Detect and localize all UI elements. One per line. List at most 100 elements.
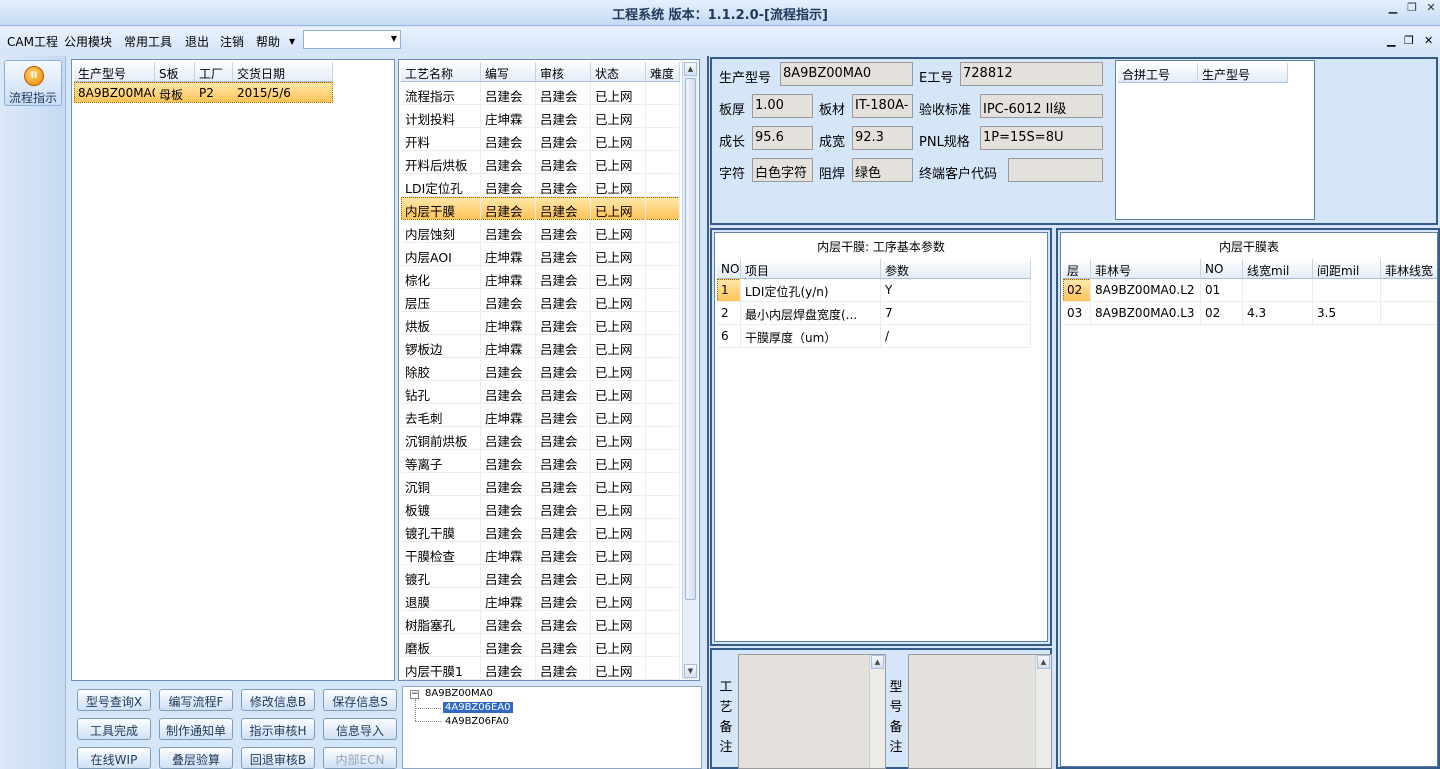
length-field[interactable]: 95.6 <box>752 126 813 150</box>
menu-cam[interactable]: CAM工程 <box>7 33 58 50</box>
model-field[interactable]: 8A9BZ00MA0 <box>780 62 913 86</box>
col-status[interactable]: 状态 <box>591 62 646 82</box>
col-layer[interactable]: 层 <box>1063 259 1091 279</box>
model-notes-textarea[interactable]: ▲ <box>908 654 1052 769</box>
customer-field[interactable] <box>1008 158 1103 182</box>
process-name-cell[interactable]: 流程指示 <box>401 82 481 105</box>
minimize-icon[interactable]: ▁ <box>1384 1 1402 15</box>
process-name-cell[interactable]: 镀孔干膜 <box>401 519 481 542</box>
scroll-up-icon[interactable]: ▲ <box>871 655 884 669</box>
restore-icon[interactable]: ❐ <box>1403 1 1421 15</box>
menu-tools[interactable]: 常用工具 <box>124 33 172 50</box>
review-indicator-button[interactable]: 指示审核H <box>241 718 315 740</box>
material-field[interactable]: IT-180A- <box>852 94 913 118</box>
process-name-cell[interactable]: 去毛刺 <box>401 404 481 427</box>
collapse-icon[interactable]: − <box>410 690 419 699</box>
mdi-restore-icon[interactable]: ❐ <box>1404 34 1414 47</box>
col-reviewer[interactable]: 审核 <box>536 62 591 82</box>
process-name-cell[interactable]: 内层AOI <box>401 243 481 266</box>
menu-public[interactable]: 公用模块 <box>64 33 112 50</box>
standard-field[interactable]: IPC-6012 II级 <box>980 94 1103 118</box>
process-name-cell[interactable]: 开料后烘板 <box>401 151 481 174</box>
col-merge-model[interactable]: 生产型号 <box>1198 63 1288 83</box>
process-name-cell[interactable]: 干膜检查 <box>401 542 481 565</box>
col-sboard[interactable]: S板 <box>155 62 195 82</box>
menu-combo[interactable]: ▼ <box>303 30 401 49</box>
dropdown-arrow-icon[interactable]: ▼ <box>289 37 295 46</box>
flow-indicator-button[interactable]: II 流程指示 <box>4 60 62 106</box>
process-name-cell[interactable]: 钻孔 <box>401 381 481 404</box>
model-query-button[interactable]: 型号查询X <box>77 689 151 711</box>
thickness-field[interactable]: 1.00 <box>752 94 813 118</box>
char-field[interactable]: 白色字符 <box>752 158 813 182</box>
width-field[interactable]: 92.3 <box>852 126 913 150</box>
process-name-cell[interactable]: 板镀 <box>401 496 481 519</box>
process-name-cell[interactable]: 退膜 <box>401 588 481 611</box>
col-delivery[interactable]: 交货日期 <box>233 62 333 82</box>
process-name-cell[interactable]: 计划投料 <box>401 105 481 128</box>
rollback-review-button[interactable]: 回退审核B <box>241 747 315 769</box>
process-name-cell[interactable]: 内层蚀刻 <box>401 220 481 243</box>
process-name-cell[interactable]: 磨板 <box>401 634 481 657</box>
chevron-down-icon[interactable]: ▼ <box>391 34 397 43</box>
process-name-cell[interactable]: 镀孔 <box>401 565 481 588</box>
col-param[interactable]: 参数 <box>881 259 1031 279</box>
menu-help[interactable]: 帮助 <box>256 33 280 50</box>
table-cell: 吕建会 <box>536 611 591 634</box>
menu-exit[interactable]: 退出 <box>185 33 209 50</box>
col-factory[interactable]: 工厂 <box>195 62 233 82</box>
online-wip-button[interactable]: 在线WIP <box>77 747 151 769</box>
close-icon[interactable]: ✕ <box>1422 1 1440 15</box>
model-notes-scrollbar[interactable]: ▲ <box>1035 655 1051 768</box>
col-model[interactable]: 生产型号 <box>74 62 155 82</box>
process-name-cell[interactable]: 内层干膜 <box>401 197 481 220</box>
process-name-cell[interactable]: 棕化 <box>401 266 481 289</box>
process-name-cell[interactable]: 树脂塞孔 <box>401 611 481 634</box>
col-item[interactable]: 项目 <box>741 259 881 279</box>
tree-node[interactable]: 4A9BZ06FA0 <box>445 716 509 727</box>
modify-info-button[interactable]: 修改信息B <box>241 689 315 711</box>
menu-logout[interactable]: 注销 <box>220 33 244 50</box>
process-name-cell[interactable]: LDI定位孔 <box>401 174 481 197</box>
process-name-cell[interactable]: 开料 <box>401 128 481 151</box>
process-scrollbar[interactable]: ▲ ▼ <box>682 62 698 679</box>
process-name-cell[interactable]: 等离子 <box>401 450 481 473</box>
mask-field[interactable]: 绿色 <box>852 158 913 182</box>
col-no[interactable]: NO <box>717 259 741 279</box>
process-name-cell[interactable]: 锣板边 <box>401 335 481 358</box>
col-line-width[interactable]: 线宽mil <box>1243 259 1313 279</box>
write-flow-button[interactable]: 编写流程F <box>159 689 233 711</box>
scroll-down-icon[interactable]: ▼ <box>684 664 697 678</box>
save-info-button[interactable]: 保存信息S <box>323 689 397 711</box>
col-process[interactable]: 工艺名称 <box>401 62 481 82</box>
process-name-cell[interactable]: 除胶 <box>401 358 481 381</box>
process-name-cell[interactable]: 内层干膜1 <box>401 657 481 680</box>
col-merge-job[interactable]: 合拼工号 <box>1118 63 1198 83</box>
stack-check-button[interactable]: 叠层验算 <box>159 747 233 769</box>
scroll-thumb[interactable] <box>685 78 696 600</box>
tool-complete-button[interactable]: 工具完成 <box>77 718 151 740</box>
make-notice-button[interactable]: 制作通知单 <box>159 718 233 740</box>
tree-root[interactable]: 8A9BZ00MA0 <box>425 688 493 699</box>
col-film-line-width[interactable]: 菲林线宽 <box>1381 259 1437 279</box>
process-name-cell[interactable]: 烘板 <box>401 312 481 335</box>
col-spacing[interactable]: 间距mil <box>1313 259 1381 279</box>
import-info-button[interactable]: 信息导入 <box>323 718 397 740</box>
process-name-cell[interactable]: 沉铜前烘板 <box>401 427 481 450</box>
table-cell <box>646 289 680 312</box>
pnl-field[interactable]: 1P=15S=8U <box>980 126 1103 150</box>
col-author[interactable]: 编写 <box>481 62 536 82</box>
col-film-no[interactable]: 菲林号 <box>1091 259 1201 279</box>
scroll-up-icon[interactable]: ▲ <box>1037 655 1050 669</box>
craft-notes-scrollbar[interactable]: ▲ <box>869 655 885 768</box>
process-name-cell[interactable]: 沉铜 <box>401 473 481 496</box>
process-name-cell[interactable]: 层压 <box>401 289 481 312</box>
craft-notes-textarea[interactable]: ▲ <box>738 654 886 769</box>
mdi-close-icon[interactable]: ✕ <box>1424 34 1433 47</box>
mdi-minimize-icon[interactable]: ▁ <box>1387 34 1395 47</box>
scroll-up-icon[interactable]: ▲ <box>684 62 697 76</box>
tree-node-selected[interactable]: 4A9BZ06EA0 <box>443 702 513 713</box>
ework-field[interactable]: 728812 <box>960 62 1103 86</box>
col-difficulty[interactable]: 难度 <box>646 62 680 82</box>
col-no[interactable]: NO <box>1201 259 1243 279</box>
